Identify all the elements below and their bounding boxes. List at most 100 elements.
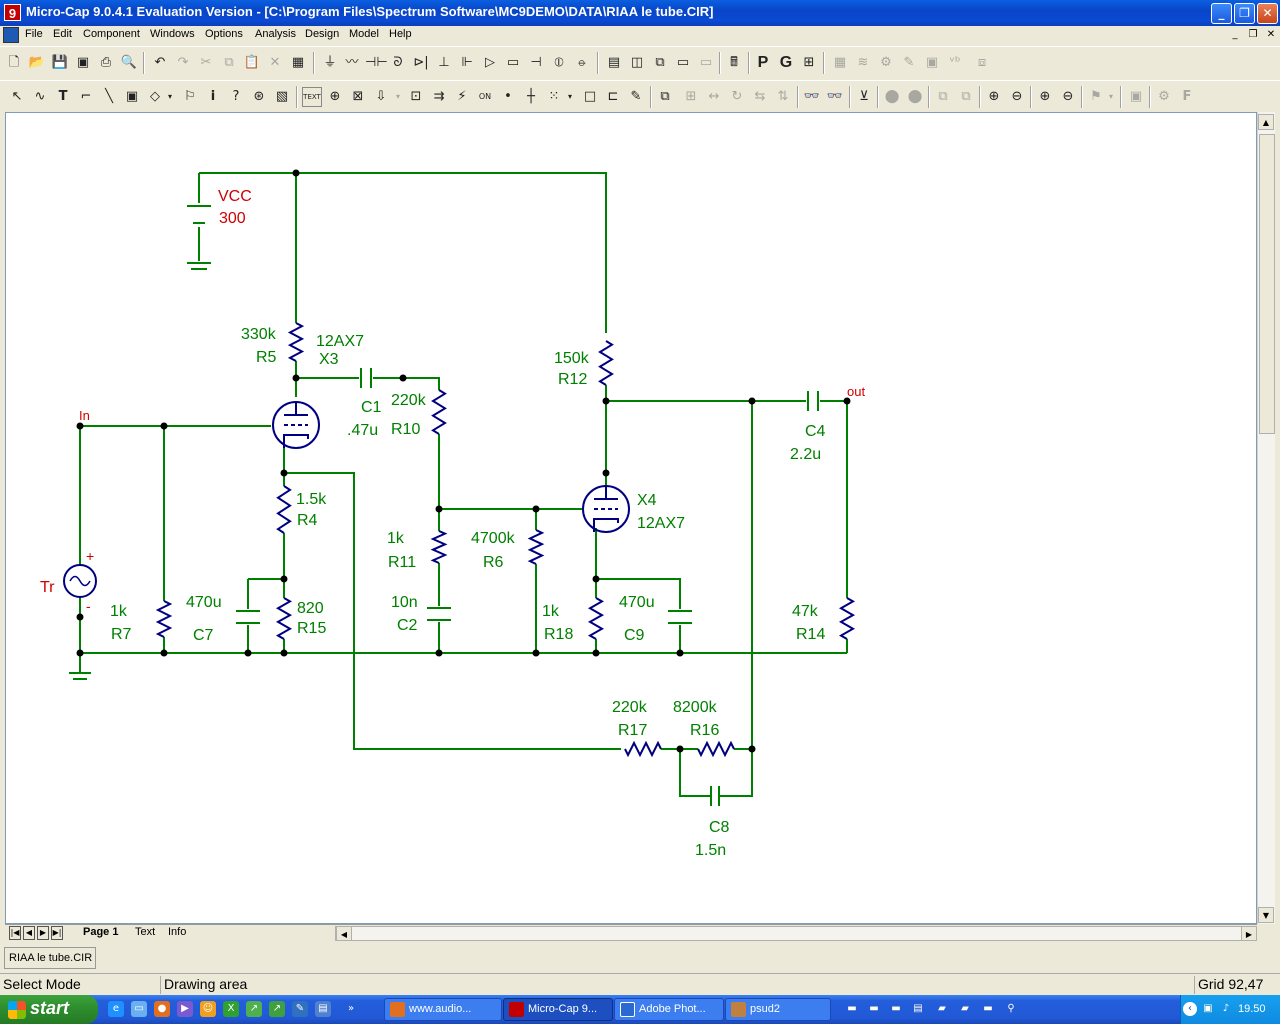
mdi-close-button[interactable]: ✕ xyxy=(1263,28,1279,42)
mdi-minimize-button[interactable]: _ xyxy=(1227,28,1243,42)
point-to-end-icon[interactable]: ⊛ xyxy=(249,87,269,107)
quicklaunch-chart-icon[interactable]: ↗ xyxy=(269,1001,285,1017)
internet-explorer-icon[interactable]: e xyxy=(108,1001,124,1017)
mdi-restore-button[interactable]: ❐ xyxy=(1245,28,1261,42)
prev-page-icon[interactable]: ◀ xyxy=(23,926,35,940)
quicklaunch-expand-icon[interactable]: » xyxy=(346,1001,356,1017)
vb-script-icon[interactable]: ᵛᵇ xyxy=(945,53,965,73)
pin-connections-icon[interactable]: ⚡ xyxy=(452,87,472,107)
window-tile-horizontal-icon[interactable]: ▤ xyxy=(604,53,624,73)
font-icon[interactable]: F xyxy=(1177,87,1197,107)
conditions-icon[interactable]: ⇉ xyxy=(429,87,449,107)
select-mode-icon[interactable]: ↖ xyxy=(7,87,27,107)
menu-file[interactable]: File xyxy=(25,28,43,40)
close-button[interactable]: ✕ xyxy=(1257,3,1278,24)
window-overlap-icon[interactable]: ▭ xyxy=(696,53,716,73)
flag-icon[interactable]: ⚑ xyxy=(1086,87,1106,107)
stop-icon[interactable]: ⬤ xyxy=(882,87,902,107)
node-numbers-icon[interactable]: ⊕ xyxy=(325,87,345,107)
mirror-x-icon[interactable]: ⇆ xyxy=(750,87,770,107)
front-icon[interactable]: ⧉ xyxy=(933,87,953,107)
menu-component[interactable]: Component xyxy=(83,28,140,40)
goto-icon[interactable]: ⊻ xyxy=(854,87,874,107)
quicklaunch-doc-icon[interactable]: ▤ xyxy=(315,1001,331,1017)
messenger-icon[interactable]: ☺ xyxy=(200,1001,216,1017)
camera-icon[interactable]: ▣ xyxy=(1126,87,1146,107)
mirror-y-icon[interactable]: ⇅ xyxy=(773,87,793,107)
help-mode-icon[interactable]: ? xyxy=(226,87,246,107)
move-icon[interactable]: ↔ xyxy=(704,87,724,107)
ground-component-icon[interactable]: ⏚ xyxy=(320,53,340,73)
tab-info[interactable]: Info xyxy=(168,926,186,938)
vertical-scrollbar[interactable]: ▲ ▼ xyxy=(1257,112,1275,924)
scroll-up-icon[interactable]: ▲ xyxy=(1258,114,1274,130)
network-icon[interactable]: ⚲ xyxy=(1004,1002,1018,1016)
tools-icon[interactable]: ⚙ xyxy=(876,53,896,73)
jfet-component-icon[interactable]: ⊣ xyxy=(526,53,546,73)
border-icon[interactable]: □ xyxy=(580,87,600,107)
edit-icon[interactable]: ✎ xyxy=(626,87,646,107)
currents-icon[interactable]: ⇩ xyxy=(371,87,391,107)
window-tile-vertical-icon[interactable]: ◫ xyxy=(627,53,647,73)
transistor-component-icon[interactable]: ⊩ xyxy=(457,53,477,73)
align-icon[interactable]: ⊞ xyxy=(681,87,701,107)
grid-table-icon[interactable]: ▦ xyxy=(830,53,850,73)
graphics-mode-icon[interactable]: ▣ xyxy=(122,87,142,107)
next-page-icon[interactable]: ▶ xyxy=(37,926,49,940)
currents-dropdown-icon[interactable]: ▾ xyxy=(393,87,403,107)
tab-page-1[interactable]: Page 1 xyxy=(83,926,118,938)
resistor-component-icon[interactable]: 〰 xyxy=(342,53,362,73)
pin-markers-icon[interactable]: •—• xyxy=(498,87,518,144)
grid-dropdown-icon[interactable]: ▾ xyxy=(565,87,575,107)
probe-p-button[interactable]: P xyxy=(753,53,773,73)
node-voltages-icon[interactable]: ⊠ xyxy=(348,87,368,107)
media-player-icon[interactable]: ▶ xyxy=(177,1001,193,1017)
drive-icon[interactable]: ▬ xyxy=(889,1002,903,1016)
show-desktop-icon[interactable]: ▭ xyxy=(131,1001,147,1017)
excel-icon[interactable]: X xyxy=(223,1001,239,1017)
component-mode-icon[interactable]: ∿ xyxy=(30,87,50,107)
text-toggle-icon[interactable]: TEXT xyxy=(302,87,322,107)
tray-collapse-icon[interactable]: ‹ xyxy=(1183,1002,1197,1016)
wire-mode-icon[interactable]: ⌐ xyxy=(76,87,96,107)
pause-icon[interactable]: ⬤ xyxy=(905,87,925,107)
menu-help[interactable]: Help xyxy=(389,28,412,40)
vertical-scroll-thumb[interactable] xyxy=(1259,134,1275,434)
folder-icon[interactable]: ▰ xyxy=(958,1002,972,1016)
inductor-component-icon[interactable]: ᘐ xyxy=(388,53,408,73)
title-bar[interactable]: 9 Micro-Cap 9.0.4.1 Evaluation Version -… xyxy=(0,0,1280,26)
document-icon[interactable]: ▤ xyxy=(911,1002,925,1016)
first-page-icon[interactable]: |◀ xyxy=(9,926,21,940)
power-icon[interactable]: ⊡ xyxy=(406,87,426,107)
settings-icon[interactable]: ⚙ xyxy=(1154,87,1174,107)
paste-icon[interactable]: 📋 xyxy=(242,53,262,73)
menu-analysis[interactable]: Analysis xyxy=(255,28,296,40)
select-all-icon[interactable]: ▦ xyxy=(288,53,308,73)
menu-windows[interactable]: Windows xyxy=(150,28,195,40)
window-cascade-icon[interactable]: ⧉ xyxy=(650,53,670,73)
scroll-right-icon[interactable]: ▶ xyxy=(1241,926,1257,941)
schematic[interactable]: VCC 300 330k R5 12AX7 X3 C1 .47u 220k R1… xyxy=(6,113,1256,923)
firefox-icon[interactable]: ● xyxy=(154,1001,170,1017)
drive-icon[interactable]: ▬ xyxy=(981,1002,995,1016)
task-browser[interactable]: www.audio... xyxy=(384,998,502,1021)
folder-icon[interactable]: ▰ xyxy=(935,1002,949,1016)
gate-component-icon[interactable]: ▭ xyxy=(503,53,523,73)
zoom-out-icon[interactable]: ⊖ xyxy=(1058,87,1078,107)
back-icon[interactable]: ⧉ xyxy=(956,87,976,107)
last-page-icon[interactable]: ▶| xyxy=(51,926,63,940)
probe-g-button[interactable]: G xyxy=(776,53,796,73)
grid-icon[interactable]: ⁙ xyxy=(544,87,564,107)
copy-icon[interactable]: ⧉ xyxy=(219,53,239,73)
maximize-button[interactable]: ❐ xyxy=(1234,3,1255,24)
cross-hair-icon[interactable]: ┼ xyxy=(521,87,541,107)
scroll-down-icon[interactable]: ▼ xyxy=(1258,907,1274,923)
export-icon[interactable]: ⧈ xyxy=(972,53,992,73)
flag-mode-icon[interactable]: ⚐ xyxy=(180,87,200,107)
file-tab[interactable]: RIAA le tube.CIR xyxy=(4,947,96,969)
horizontal-scrollbar[interactable]: ◀ ▶ xyxy=(335,926,1257,941)
find-next-icon[interactable]: 👓 xyxy=(825,87,845,107)
menu-model[interactable]: Model xyxy=(349,28,379,40)
rotate-icon[interactable]: ↻ xyxy=(727,87,747,107)
source-component-icon[interactable]: ⦶ xyxy=(549,53,569,73)
